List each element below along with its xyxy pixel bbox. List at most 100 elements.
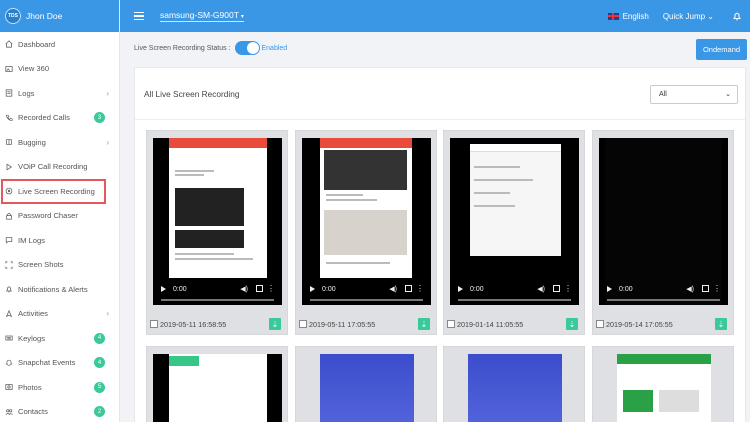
sidebar-item-snapchat-events[interactable]: Snapchat Events 4 [0, 351, 119, 376]
activity-icon [4, 309, 13, 318]
recording-footer: 2019-05-11 17:05:55 ⇣ [296, 314, 436, 334]
count-badge: 4 [94, 332, 105, 344]
thumbnail-line [474, 205, 515, 207]
volume-icon[interactable]: ◀) [537, 285, 545, 293]
quick-jump-menu[interactable]: Quick Jump ⌄ [663, 12, 714, 21]
video-progress-bar[interactable] [310, 299, 423, 301]
recording-filter-select[interactable]: All ⌄ [650, 85, 738, 104]
count-badge: 4 [94, 357, 105, 369]
recordings-panel: All Live Screen Recording All ⌄ 0:00 ◀) … [134, 67, 746, 422]
volume-icon[interactable]: ◀) [389, 285, 397, 293]
sidebar-item-label: Bugging [18, 137, 46, 147]
fullscreen-icon[interactable] [256, 285, 263, 292]
select-checkbox[interactable] [447, 320, 455, 328]
thumbnail-image [324, 150, 407, 190]
thumbnail-header [617, 354, 711, 364]
recording-status-toggle[interactable] [234, 41, 260, 55]
video-player[interactable] [617, 354, 711, 422]
sidebar-item-view-360[interactable]: View 360 [0, 57, 119, 82]
video-player[interactable]: 0:00 ◀) ⋮ [450, 138, 579, 305]
recording-date: 2019-05-11 16:58:55 [160, 319, 227, 329]
avatar: TDS [5, 8, 21, 24]
device-selector[interactable]: samsung-SM-G900T ▾ [160, 10, 244, 22]
sidebar-item-keylogs[interactable]: Keylogs 4 [0, 326, 119, 351]
video-thumbnail [169, 138, 267, 278]
video-time: 0:00 [619, 286, 633, 293]
more-options-icon[interactable]: ⋮ [713, 284, 721, 293]
chat-icon [4, 236, 13, 245]
video-progress-bar[interactable] [161, 299, 274, 301]
recording-date: 2019-05-11 17:05:55 [309, 319, 376, 329]
contacts-icon [4, 407, 13, 416]
sidebar-item-password-chaser[interactable]: Password Chaser [0, 204, 119, 229]
thumbnail-line [175, 253, 234, 255]
sidebar-item-bugging[interactable]: Bugging › [0, 130, 119, 155]
download-icon[interactable]: ⇣ [269, 318, 281, 330]
sidebar-item-contacts[interactable]: Contacts 2 [0, 400, 119, 422]
thumbnail-image [659, 390, 699, 412]
select-checkbox[interactable] [150, 320, 158, 328]
sidebar-item-screen-shots[interactable]: Screen Shots [0, 253, 119, 278]
notification-bell-icon[interactable] [732, 11, 742, 21]
video-player[interactable] [153, 354, 282, 422]
sidebar-item-dashboard[interactable]: Dashboard [0, 32, 119, 57]
fullscreen-icon[interactable] [553, 285, 560, 292]
video-player[interactable] [320, 354, 414, 422]
thumbnail-header [320, 138, 412, 148]
language-selector[interactable]: English [623, 12, 649, 21]
recording-date: 2019-05-14 17:05:55 [606, 319, 673, 329]
video-player[interactable]: 0:00 ◀) ⋮ [302, 138, 431, 305]
lock-icon [4, 211, 13, 220]
more-options-icon[interactable]: ⋮ [416, 284, 424, 293]
sidebar: TDS Jhon Doe Dashboard View 360 Logs › R… [0, 0, 120, 422]
video-player[interactable]: 0:00 ◀) ⋮ [153, 138, 282, 305]
sidebar-item-im-logs[interactable]: IM Logs [0, 228, 119, 253]
video-progress-bar[interactable] [458, 299, 571, 301]
sidebar-item-photos[interactable]: Photos 5 [0, 375, 119, 400]
recording-card [295, 346, 437, 422]
play-icon[interactable] [161, 286, 166, 292]
video-controls: 0:00 ◀) ⋮ [302, 279, 431, 305]
video-player[interactable]: 0:00 ◀) ⋮ [599, 138, 728, 305]
filter-value: All [659, 91, 667, 98]
sidebar-item-live-screen-recording[interactable]: Live Screen Recording [1, 179, 106, 204]
fullscreen-icon[interactable] [405, 285, 412, 292]
volume-icon[interactable]: ◀) [240, 285, 248, 293]
play-icon[interactable] [458, 286, 463, 292]
sidebar-item-label: Live Screen Recording [18, 186, 95, 196]
sidebar-item-voip-call-recording[interactable]: VOiP Call Recording [0, 155, 119, 180]
thumbnail-line [474, 192, 511, 194]
quick-jump-label: Quick Jump [662, 11, 706, 21]
fullscreen-icon[interactable] [702, 285, 709, 292]
more-options-icon[interactable]: ⋮ [564, 284, 572, 293]
select-checkbox[interactable] [596, 320, 604, 328]
recording-card: 0:00 ◀) ⋮ 2019-05-11 17:05:55 ⇣ [295, 130, 437, 335]
video-progress-bar[interactable] [607, 299, 720, 301]
select-checkbox[interactable] [299, 320, 307, 328]
recording-date: 2019-01-14 11:05:55 [457, 319, 524, 329]
uk-flag-icon [607, 12, 619, 20]
volume-icon[interactable]: ◀) [686, 285, 694, 293]
sidebar-item-label: View 360 [18, 64, 50, 74]
ondemand-button[interactable]: Ondemand [696, 39, 747, 60]
logs-icon [4, 89, 13, 98]
user-profile[interactable]: TDS Jhon Doe [0, 0, 119, 32]
download-icon[interactable]: ⇣ [715, 318, 727, 330]
download-icon[interactable]: ⇣ [566, 318, 578, 330]
sidebar-item-label: Contacts [18, 407, 48, 417]
sidebar-item-recorded-calls[interactable]: Recorded Calls 3 [0, 106, 119, 131]
video-thumbnail [470, 144, 561, 256]
hamburger-menu-icon[interactable] [134, 12, 144, 20]
play-icon[interactable] [310, 286, 315, 292]
more-options-icon[interactable]: ⋮ [267, 284, 275, 293]
device-name: samsung-SM-G900T [160, 10, 239, 20]
topbar-actions: English Quick Jump ⌄ [607, 0, 750, 32]
download-icon[interactable]: ⇣ [418, 318, 430, 330]
play-icon[interactable] [607, 286, 612, 292]
sidebar-item-label: Notifications & Alerts [18, 284, 88, 294]
sidebar-item-logs[interactable]: Logs › [0, 81, 119, 106]
sidebar-item-notifications-alerts[interactable]: Notifications & Alerts [0, 277, 119, 302]
status-state: Enabled [261, 44, 288, 52]
video-player[interactable] [468, 354, 562, 422]
sidebar-item-activities[interactable]: Activities › [0, 302, 119, 327]
